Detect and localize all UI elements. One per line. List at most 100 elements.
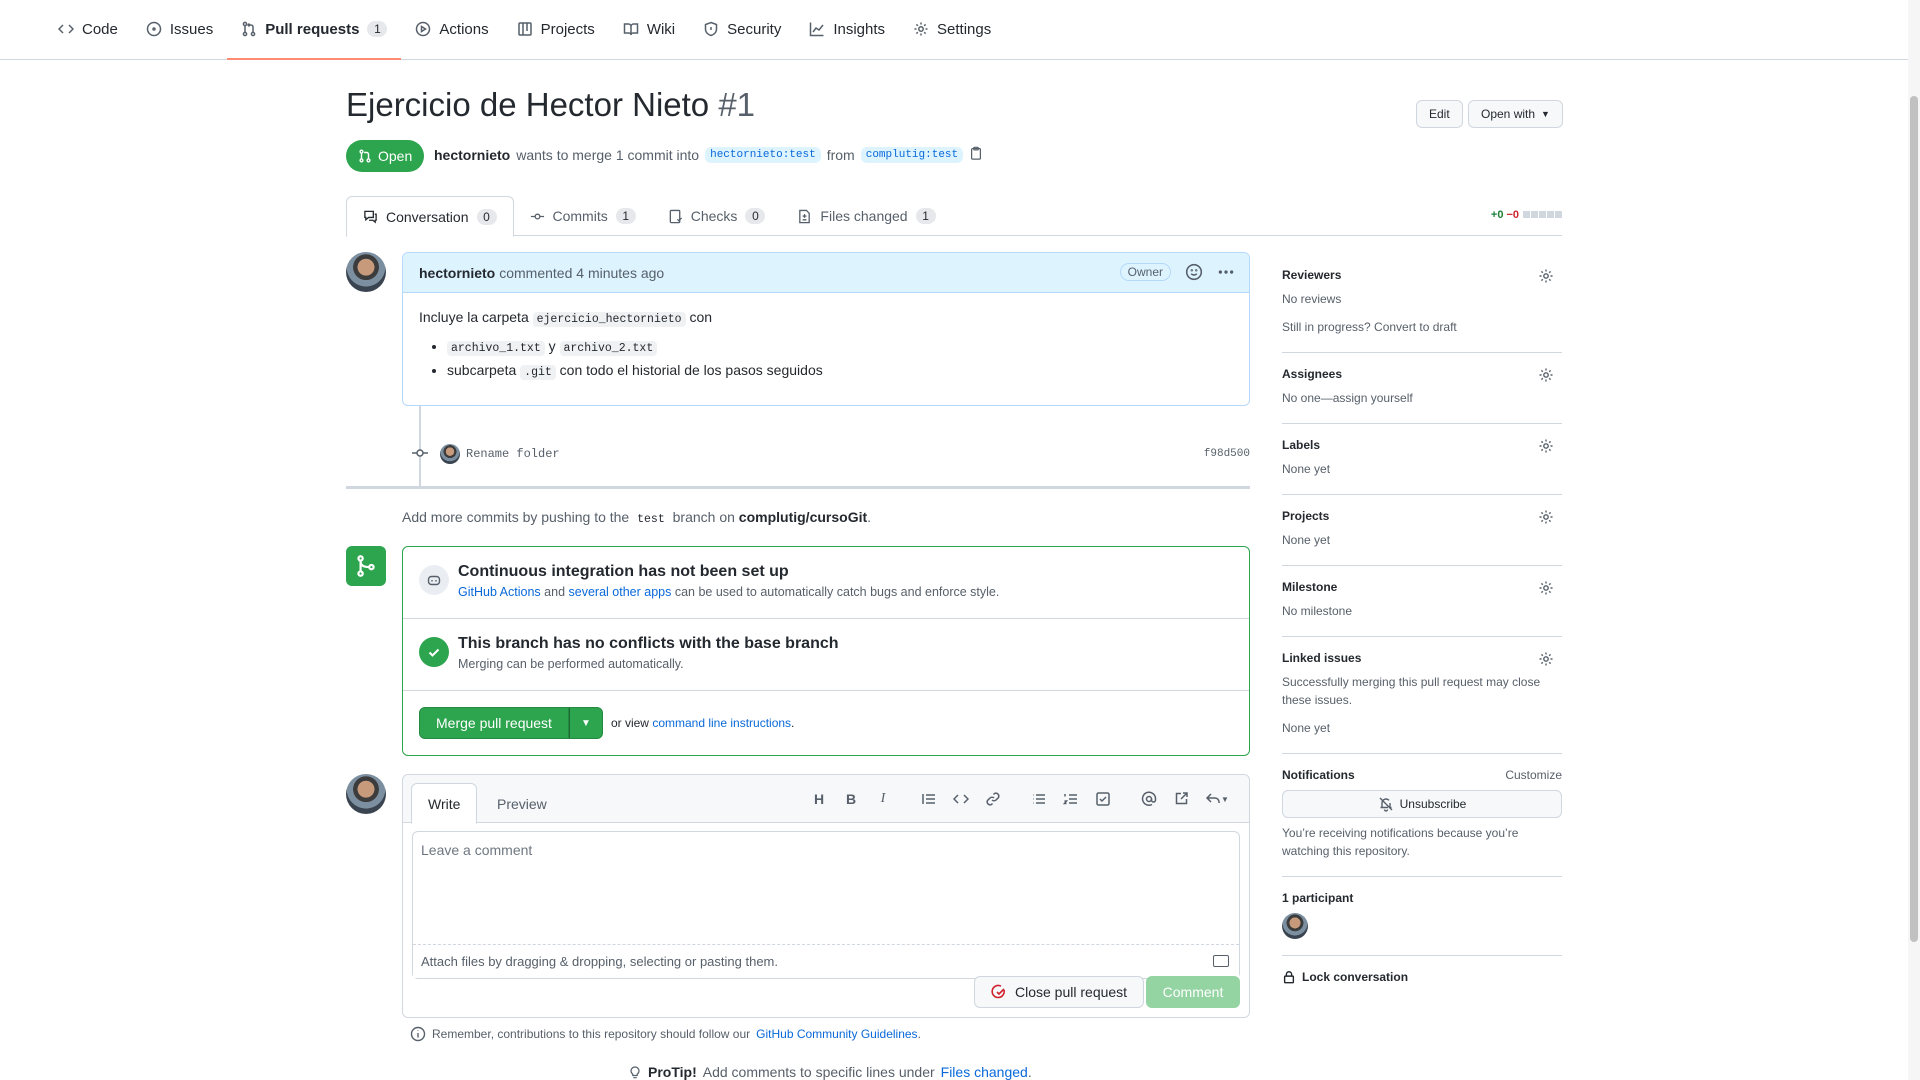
lock-conversation-button[interactable]: Lock conversation	[1282, 956, 1562, 998]
pr-count-badge: 1	[367, 21, 388, 37]
timeline-divider	[346, 486, 1250, 489]
unsubscribe-label: Unsubscribe	[1399, 797, 1467, 811]
reviewers-settings-button[interactable]	[1538, 268, 1554, 287]
author-link[interactable]: hectornieto	[434, 147, 510, 163]
task-list-icon[interactable]	[1093, 789, 1113, 809]
markdown-icon[interactable]	[1213, 955, 1229, 967]
nav-insights[interactable]: Insights	[795, 0, 899, 59]
projects-settings-button[interactable]	[1538, 509, 1554, 528]
cross-reference-icon[interactable]	[1171, 789, 1191, 809]
unordered-list-icon[interactable]	[1029, 789, 1049, 809]
labels-settings-button[interactable]	[1538, 438, 1554, 457]
tab-preview[interactable]: Preview	[481, 783, 563, 824]
files-changed-link[interactable]: Files changed	[941, 1064, 1028, 1080]
participant-avatar[interactable]	[1282, 913, 1308, 939]
merge-text: wants to merge 1 commit into	[516, 146, 700, 163]
lock-label: Lock conversation	[1302, 970, 1409, 984]
pr-meta: hectornieto wants to merge 1 commit into…	[434, 146, 983, 163]
pull-request-icon	[359, 149, 371, 163]
github-actions-link[interactable]: GitHub Actions	[458, 585, 541, 599]
nav-issues[interactable]: Issues	[132, 0, 227, 59]
cli-instructions-link[interactable]: command line instructions	[652, 716, 791, 730]
commit-author-avatar[interactable]	[440, 444, 460, 464]
commit-message[interactable]: Rename folder	[466, 447, 560, 461]
base-branch[interactable]: hectornieto:test	[705, 146, 821, 163]
code-icon[interactable]	[951, 789, 971, 809]
sidebar-reviewers: Reviewers No reviews Still in progress? …	[1282, 254, 1562, 353]
list-item: archivo_1.txt y archivo_2.txt	[447, 336, 1233, 357]
mention-icon[interactable]	[1139, 789, 1159, 809]
nav-security[interactable]: Security	[689, 0, 795, 59]
nav-code[interactable]: Code	[44, 0, 132, 59]
attach-files-area[interactable]: Attach files by dragging & dropping, sel…	[413, 944, 1239, 978]
author-avatar[interactable]	[346, 252, 386, 292]
convert-to-draft-link[interactable]: Still in progress? Convert to draft	[1282, 318, 1562, 336]
nav-settings[interactable]: Settings	[899, 0, 1005, 59]
nav-label: Security	[727, 20, 782, 38]
assignees-settings-button[interactable]	[1538, 367, 1554, 386]
nav-wiki[interactable]: Wiki	[609, 0, 689, 59]
merge-pull-request-button[interactable]: Merge pull request	[419, 707, 569, 739]
bold-icon[interactable]: B	[841, 789, 861, 809]
assignees-title: Assignees	[1282, 367, 1343, 381]
labels-value: None yet	[1282, 462, 1331, 476]
comment-textarea[interactable]: Leave a comment Attach files by dragging…	[412, 831, 1240, 979]
guidelines-link[interactable]: GitHub Community Guidelines	[756, 1027, 917, 1041]
copy-icon	[971, 146, 982, 160]
other-apps-link[interactable]: several other apps	[569, 585, 672, 599]
scrollbar-track[interactable]	[1908, 0, 1920, 1080]
comment-time[interactable]: commented 4 minutes ago	[499, 265, 664, 281]
nav-pull-requests[interactable]: Pull requests 1	[227, 0, 402, 60]
nav-actions[interactable]: Actions	[401, 0, 502, 59]
intro-post: con	[689, 309, 713, 325]
assign-yourself-link[interactable]: No one—assign yourself	[1282, 389, 1562, 407]
italic-icon[interactable]: I	[873, 789, 893, 809]
open-with-button[interactable]: Open with ▼	[1468, 100, 1563, 128]
cli-post: .	[791, 716, 795, 730]
link-icon[interactable]	[983, 789, 1003, 809]
close-pull-request-button[interactable]: Close pull request	[974, 976, 1145, 1008]
commit-sha[interactable]: f98d500	[1204, 448, 1250, 460]
protip-label: ProTip!	[648, 1064, 697, 1080]
ordered-list-icon[interactable]	[1061, 789, 1081, 809]
comment-author[interactable]: hectornieto	[419, 265, 495, 281]
sidebar-milestone: Milestone No milestone	[1282, 566, 1562, 637]
checklist-icon	[669, 209, 682, 223]
gear-icon	[1539, 581, 1553, 595]
li1-code1: archivo_1.txt	[447, 341, 545, 357]
heading-icon[interactable]: H	[809, 789, 829, 809]
copy-button[interactable]	[969, 146, 983, 163]
current-user-avatar[interactable]	[346, 774, 386, 814]
comment-menu-button[interactable]	[1217, 263, 1235, 284]
repo-link[interactable]: complutig/cursoGit	[739, 509, 867, 525]
merge-options-dropdown[interactable]: ▼	[568, 707, 603, 739]
diffstat-bar	[1522, 209, 1562, 221]
push-pre: Add more commits by pushing to the	[402, 509, 630, 525]
tab-commits[interactable]: Commits 1	[514, 196, 652, 236]
tab-files-changed[interactable]: Files changed 1	[781, 196, 951, 236]
issue-icon	[146, 21, 162, 37]
open-with-label: Open with	[1481, 107, 1536, 121]
unsubscribe-button[interactable]: Unsubscribe	[1282, 790, 1562, 818]
quote-icon[interactable]	[919, 789, 939, 809]
timeline-commit: Rename folder f98d500	[410, 442, 1250, 466]
li1-code2: archivo_2.txt	[559, 341, 658, 357]
table-icon	[517, 22, 532, 36]
tab-checks[interactable]: Checks 0	[652, 196, 782, 236]
edit-button[interactable]: Edit	[1416, 100, 1463, 128]
comment-submit-button[interactable]: Comment	[1146, 976, 1240, 1008]
tab-conversation[interactable]: Conversation 0	[346, 196, 514, 237]
reply-icon[interactable]: ▼	[1203, 789, 1231, 809]
tab-write[interactable]: Write	[411, 783, 478, 824]
from-text: from	[826, 146, 855, 163]
sidebar-assignees: Assignees No one—assign yourself	[1282, 353, 1562, 424]
milestone-settings-button[interactable]	[1538, 580, 1554, 599]
edit-label: Edit	[1429, 107, 1450, 121]
customize-link[interactable]: Customize	[1505, 768, 1562, 782]
add-reaction-button[interactable]	[1185, 263, 1203, 284]
nav-label: Pull requests	[265, 20, 360, 38]
head-branch[interactable]: complutig:test	[860, 146, 964, 163]
scrollbar-thumb[interactable]	[1910, 96, 1918, 942]
linked-issues-settings-button[interactable]	[1538, 651, 1554, 670]
nav-projects[interactable]: Projects	[503, 0, 609, 59]
